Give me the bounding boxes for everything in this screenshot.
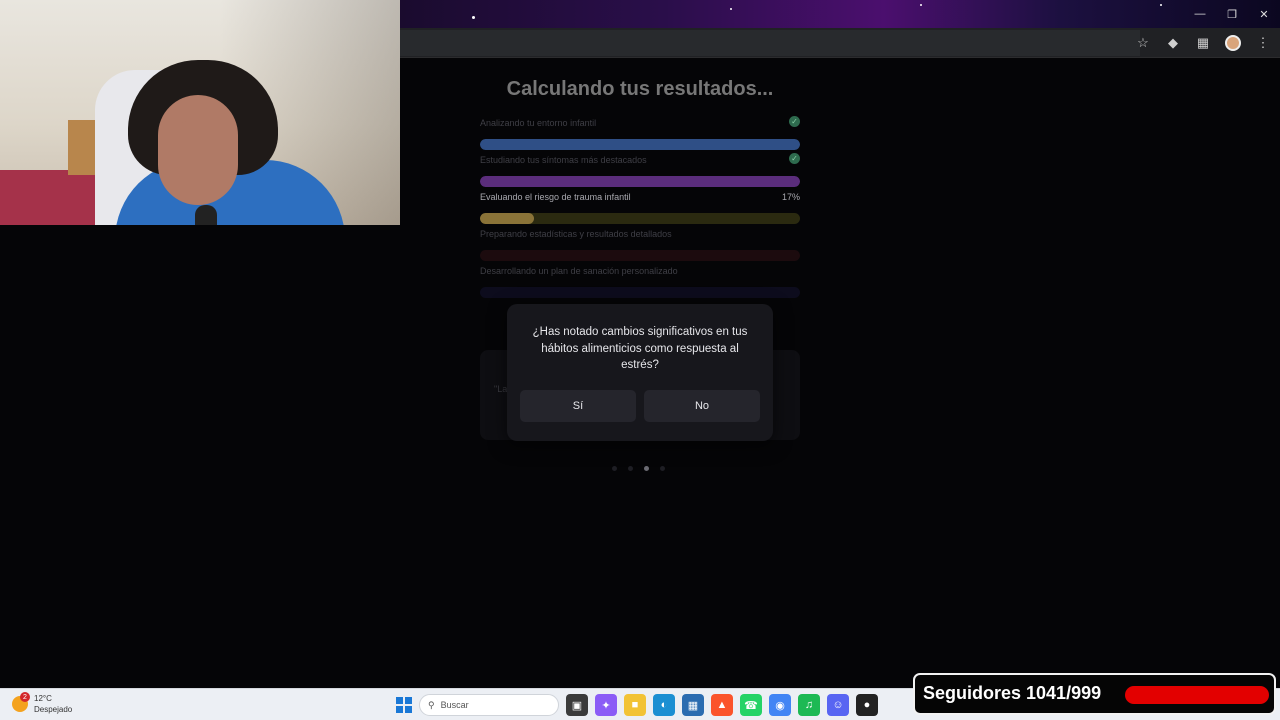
followers-goal-overlay: Seguidores 1041/999 <box>913 673 1276 715</box>
spotify-icon[interactable]: ♫ <box>798 694 820 716</box>
carousel-dot[interactable] <box>660 466 665 471</box>
progress-step: Estudiando tus síntomas más destacados ✓ <box>480 153 800 187</box>
browser-toolbar: ☆ ◆ ▦ ⋮ <box>400 28 1280 58</box>
discord-icon[interactable]: ☺ <box>827 694 849 716</box>
obs-icon[interactable]: ● <box>856 694 878 716</box>
windows-start-icon[interactable] <box>396 697 412 713</box>
page-title: Calculando tus resultados... <box>506 78 774 100</box>
weather-condition: Despejado <box>34 705 73 714</box>
question-modal: ¿Has notado cambios significativos en tu… <box>507 304 773 441</box>
progress-step: Preparando estadísticas y resultados det… <box>480 227 800 261</box>
yes-button[interactable]: Sí <box>520 390 636 422</box>
carousel-dots <box>612 466 665 471</box>
progress-bar <box>480 287 800 298</box>
profile-avatar[interactable] <box>1222 32 1244 54</box>
progress-bar <box>480 250 800 261</box>
step-label: Preparando estadísticas y resultados det… <box>480 229 672 239</box>
check-icon: ✓ <box>789 116 800 127</box>
progress-step: Desarrollando un plan de sanación person… <box>480 264 800 298</box>
taskbar-search[interactable]: ⚲ Buscar <box>419 694 559 716</box>
store-icon[interactable]: ▦ <box>682 694 704 716</box>
check-icon: ✓ <box>789 153 800 164</box>
browser-titlebar: — ❐ ✕ <box>400 0 1280 28</box>
chrome-icon[interactable]: ◉ <box>769 694 791 716</box>
followers-progress-bar <box>1125 686 1269 704</box>
whatsapp-icon[interactable]: ☎ <box>740 694 762 716</box>
search-icon: ⚲ <box>428 699 435 710</box>
carousel-dot[interactable] <box>644 466 649 471</box>
notification-badge: 2 <box>20 692 30 702</box>
step-label: Desarrollando un plan de sanación person… <box>480 266 678 276</box>
screen: — ❐ ✕ ☆ ◆ ▦ ⋮ Calculando tus resultados.… <box>0 0 1280 720</box>
search-placeholder: Buscar <box>440 700 469 710</box>
carousel-dot[interactable] <box>628 466 633 471</box>
step-label: Estudiando tus síntomas más destacados <box>480 155 647 165</box>
menu-kebab-icon[interactable]: ⋮ <box>1252 32 1274 54</box>
task-view-icon[interactable]: ▣ <box>566 694 588 716</box>
progress-bar <box>480 139 800 150</box>
weather-temperature: 12°C <box>34 694 52 703</box>
step-label: Analizando tu entorno infantil <box>480 118 597 128</box>
weather-widget[interactable]: 2 12°C Despejado <box>12 692 73 715</box>
bookmark-star-icon[interactable]: ☆ <box>1132 32 1154 54</box>
step-label: Evaluando el riesgo de trauma infantil <box>480 192 631 202</box>
question-text: ¿Has notado cambios significativos en tu… <box>532 326 748 371</box>
brave-icon[interactable]: ▲ <box>711 694 733 716</box>
progress-bar <box>480 176 800 187</box>
progress-step: Analizando tu entorno infantil ✓ <box>480 116 800 150</box>
followers-count: Seguidores 1041/999 <box>923 683 1102 703</box>
webcam-feed <box>0 0 400 225</box>
address-bar[interactable] <box>400 30 1140 56</box>
progress-bar <box>480 213 800 224</box>
extension-icon[interactable]: ◆ <box>1162 32 1184 54</box>
carousel-dot[interactable] <box>612 466 617 471</box>
step-percent: 17% <box>781 192 800 202</box>
no-button[interactable]: No <box>644 390 760 422</box>
copilot-icon[interactable]: ✦ <box>595 694 617 716</box>
edge-icon[interactable]: ◐ <box>653 694 675 716</box>
file-explorer-icon[interactable]: ■ <box>624 694 646 716</box>
sun-icon: 2 <box>12 692 30 712</box>
restore-icon[interactable]: ❐ <box>1216 0 1248 28</box>
extensions-puzzle-icon[interactable]: ▦ <box>1192 32 1214 54</box>
minimize-icon[interactable]: — <box>1184 0 1216 28</box>
progress-step: Evaluando el riesgo de trauma infantil 17… <box>480 190 800 224</box>
close-icon[interactable]: ✕ <box>1248 0 1280 28</box>
